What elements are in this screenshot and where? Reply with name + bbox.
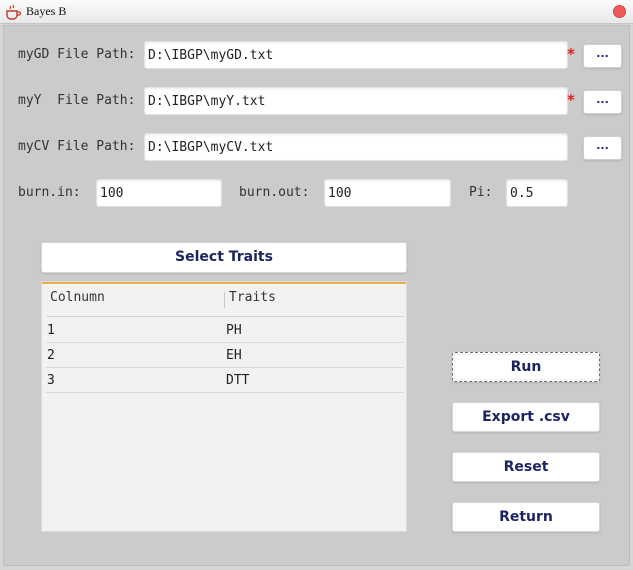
mycv-path-input[interactable]: D:\IBGP\myCV.txt (144, 133, 568, 161)
burn-in-input[interactable]: 100 (96, 179, 222, 207)
column-divider (224, 292, 225, 308)
myy-required-mark: * (567, 91, 575, 109)
header-divider (46, 316, 404, 317)
close-button[interactable] (613, 5, 626, 18)
java-cup-icon (6, 4, 22, 20)
burn-out-input[interactable]: 100 (324, 179, 451, 207)
table-row[interactable]: 1 PH (46, 318, 404, 343)
export-csv-button[interactable]: Export .csv (452, 402, 600, 432)
title-bar: Bayes B (0, 0, 633, 24)
myy-path-label: myY File Path: (18, 93, 136, 108)
myy-browse-button[interactable]: ... (583, 90, 622, 114)
window-title: Bayes B (26, 4, 67, 18)
pi-input[interactable]: 0.5 (506, 179, 568, 207)
burn-out-label: burn.out: (239, 185, 310, 200)
table-accent-line (42, 282, 406, 284)
row-colnumn-cell: 3 (47, 373, 55, 388)
run-button[interactable]: Run (452, 352, 600, 382)
traits-table: Colnumn Traits 1 PH 2 EH 3 DTT (41, 281, 407, 532)
column-header-colnumn[interactable]: Colnumn (50, 290, 105, 305)
mycv-path-label: myCV File Path: (18, 139, 136, 154)
row-colnumn-cell: 2 (47, 348, 55, 363)
burn-in-label: burn.in: (18, 185, 81, 200)
mygd-path-label: myGD File Path: (18, 47, 136, 62)
mygd-browse-button[interactable]: ... (583, 44, 622, 68)
mygd-required-mark: * (567, 45, 575, 63)
mygd-path-input[interactable]: D:\IBGP\myGD.txt (144, 41, 568, 69)
row-trait-cell: PH (226, 323, 242, 338)
select-traits-button[interactable]: Select Traits (41, 242, 407, 273)
reset-button[interactable]: Reset (452, 452, 600, 482)
myy-path-input[interactable]: D:\IBGP\myY.txt (144, 87, 568, 115)
row-trait-cell: DTT (226, 373, 250, 388)
pi-label: Pi: (469, 185, 493, 200)
column-header-traits[interactable]: Traits (229, 290, 276, 305)
table-row[interactable]: 3 DTT (46, 368, 404, 393)
row-colnumn-cell: 1 (47, 323, 55, 338)
row-trait-cell: EH (226, 348, 242, 363)
table-row[interactable]: 2 EH (46, 343, 404, 368)
mycv-browse-button[interactable]: ... (583, 136, 622, 160)
return-button[interactable]: Return (452, 502, 600, 532)
